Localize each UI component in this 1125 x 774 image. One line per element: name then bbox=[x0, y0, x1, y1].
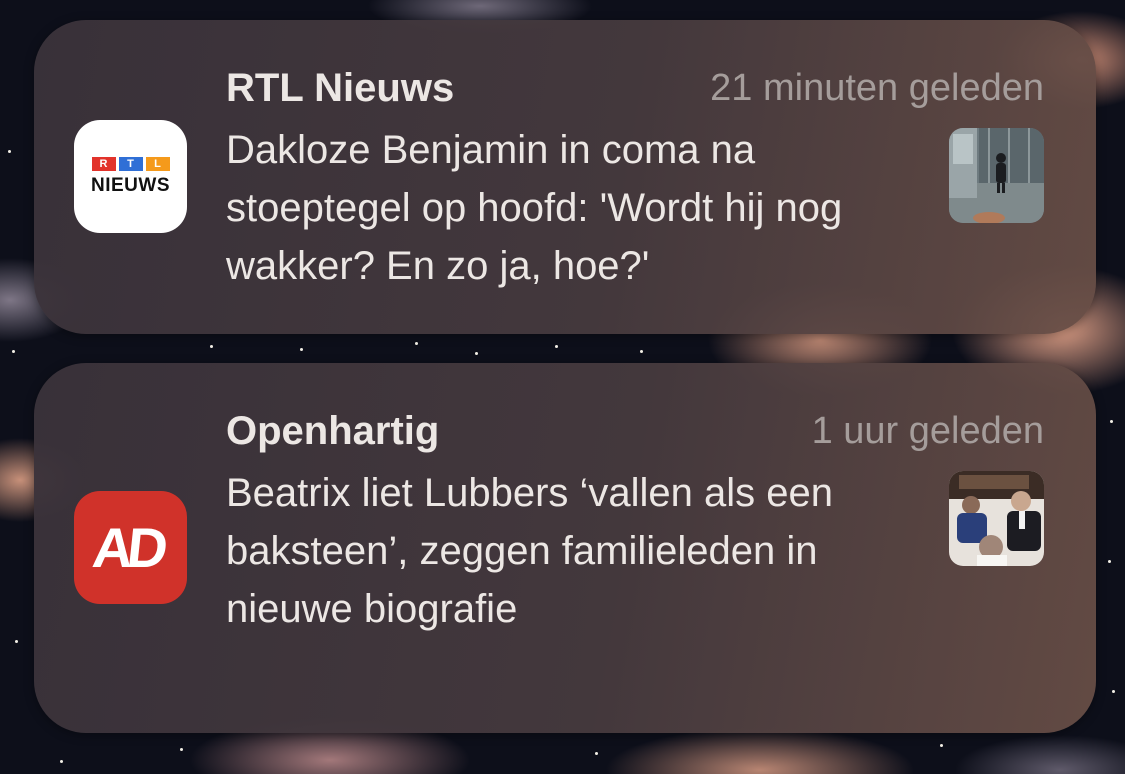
notification-app-name: Openhartig bbox=[226, 409, 440, 453]
star bbox=[940, 744, 943, 747]
star bbox=[15, 640, 18, 643]
notification-rtl-nieuws[interactable]: R T L NIEUWS RTL Nieuws 21 minuten geled… bbox=[34, 20, 1096, 334]
notification-timestamp: 21 minuten geleden bbox=[710, 67, 1044, 109]
star bbox=[300, 348, 303, 351]
star bbox=[1112, 690, 1115, 693]
star bbox=[595, 752, 598, 755]
notification-openhartig[interactable]: AD Openhartig 1 uur geleden Beatrix liet… bbox=[34, 363, 1096, 733]
rtl-letter-r: R bbox=[91, 156, 116, 171]
star bbox=[1108, 560, 1111, 563]
rtl-logo-word: NIEUWS bbox=[91, 174, 170, 196]
rtl-letter-l: L bbox=[145, 156, 170, 171]
rtl-letter-t: T bbox=[118, 156, 143, 171]
notification-thumbnail bbox=[949, 128, 1044, 223]
rtl-logo-blocks: R T L bbox=[91, 156, 170, 171]
ad-logo-text: AD bbox=[89, 516, 166, 579]
ad-app-icon: AD bbox=[74, 491, 187, 604]
notification-app-name: RTL Nieuws bbox=[226, 66, 455, 110]
star bbox=[555, 345, 558, 348]
notification-timestamp: 1 uur geleden bbox=[811, 410, 1044, 452]
street-scene-photo bbox=[949, 128, 1044, 223]
star bbox=[12, 350, 15, 353]
notification-message: Beatrix liet Lubbers ‘vallen als een bak… bbox=[226, 471, 834, 631]
star bbox=[1110, 420, 1113, 423]
rtl-nieuws-app-icon: R T L NIEUWS bbox=[74, 120, 187, 233]
notification-message: Dakloze Benjamin in coma na stoeptegel o… bbox=[226, 128, 843, 288]
star bbox=[640, 350, 643, 353]
star bbox=[180, 748, 183, 751]
notification-thumbnail bbox=[949, 471, 1044, 566]
people-meeting-photo bbox=[949, 471, 1044, 566]
star bbox=[8, 150, 11, 153]
star bbox=[415, 342, 418, 345]
star bbox=[475, 352, 478, 355]
star bbox=[210, 345, 213, 348]
star bbox=[60, 760, 63, 763]
